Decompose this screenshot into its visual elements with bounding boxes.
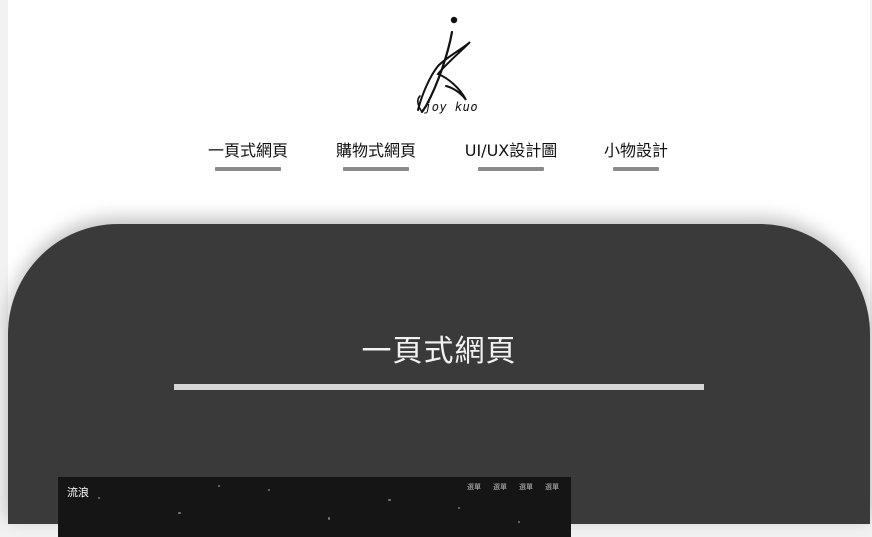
texture-speck	[268, 489, 270, 491]
nav-underline	[343, 167, 409, 171]
page: joy kuo 一頁式網頁 購物式網頁 UI/UX設計圖 小物設計 一頁式網頁	[8, 0, 870, 537]
texture-speck	[218, 485, 220, 487]
nav-item-label: 小物設計	[604, 141, 669, 160]
nav-item-uiux[interactable]: UI/UX設計圖	[463, 140, 559, 171]
nav-item-label: UI/UX設計圖	[464, 141, 558, 160]
nav-item-small-design[interactable]: 小物設計	[604, 140, 668, 171]
nav-item-label: 購物式網頁	[336, 141, 417, 160]
texture-speck	[458, 507, 460, 509]
nav-item-shop[interactable]: 購物式網頁	[336, 140, 416, 171]
logo-text: joy kuo	[424, 100, 479, 114]
section-divider	[174, 384, 704, 390]
texture-speck	[98, 497, 100, 499]
project-preview-thumbnail[interactable]: 流浪 選單 選單 選單 選單	[58, 477, 571, 537]
texture-speck	[518, 521, 520, 523]
preview-nav-item: 選單	[545, 483, 559, 491]
texture-speck	[328, 517, 330, 520]
onepage-section: 一頁式網頁 流浪 選單 選單 選單 選單	[8, 224, 870, 537]
nav-underline	[215, 167, 281, 171]
preview-nav-item: 選單	[519, 483, 533, 491]
preview-nav: 選單 選單 選單 選單	[455, 482, 559, 492]
nav-underline	[613, 167, 659, 171]
section-title: 一頁式網頁	[361, 334, 517, 369]
preview-nav-item: 選單	[467, 483, 481, 491]
nav-underline	[478, 167, 544, 171]
nav-item-onepage[interactable]: 一頁式網頁	[208, 140, 288, 171]
texture-speck	[178, 512, 181, 514]
texture-speck	[388, 499, 391, 501]
preview-nav-item: 選單	[493, 483, 507, 491]
nav-item-label: 一頁式網頁	[208, 141, 289, 160]
